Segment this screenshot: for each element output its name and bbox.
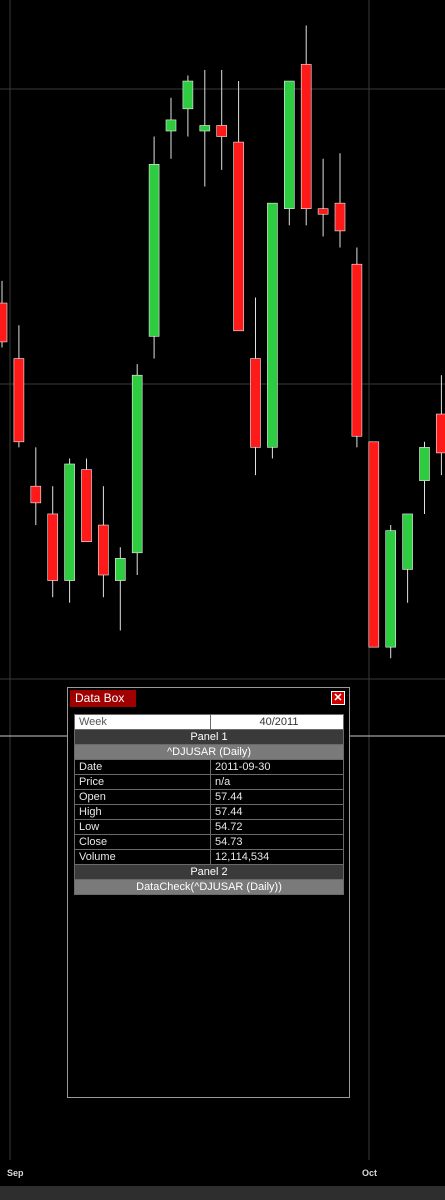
candle [30,447,42,526]
candle-body-up [148,164,160,337]
candle-body-down [98,524,109,576]
field-value: 57.44 [210,789,344,805]
field-row-low: Low 54.72 [74,819,344,835]
data-box-table: Week 40/2011 Panel 1 ^DJUSAR (Daily) Dat… [74,714,344,895]
symbol-label: ^DJUSAR (Daily) [74,744,344,760]
candle-body-up [199,125,211,132]
candle [13,325,25,448]
candle [0,280,8,348]
candle [436,375,445,476]
symbol-header: ^DJUSAR (Daily) [74,744,344,760]
candle-body-down [334,202,346,232]
candle [300,25,312,226]
field-value: 54.72 [210,819,344,835]
candle-body-down [30,485,42,504]
close-icon[interactable]: ✕ [331,691,345,705]
candle-body-down [0,302,8,343]
candle [317,158,329,237]
candle-body-down [13,358,25,443]
candle-body-up [419,447,430,481]
panel1-label: Panel 1 [74,729,344,745]
candle-body-down [351,263,363,437]
candle [385,525,397,659]
candle [98,486,109,598]
candle [233,81,244,332]
candle [115,547,126,631]
candle-body-up [267,202,278,448]
candle [250,297,261,476]
candle-body-up [115,558,126,581]
field-row-open: Open 57.44 [74,789,344,805]
week-label: Week [74,714,211,730]
panel1-header: Panel 1 [74,729,344,745]
candle-body-up [64,463,75,581]
candle [267,202,278,459]
horizontal-scrollbar[interactable] [0,1186,445,1200]
candle [283,80,295,226]
field-key: Date [74,759,211,775]
candle-body-down [250,358,261,448]
field-row-date: Date 2011-09-30 [74,759,344,775]
candle [81,458,92,542]
candle [182,75,194,137]
candle-body-up [385,530,397,648]
field-value: n/a [210,774,344,790]
datacheck-header: DataCheck(^DJUSAR (Daily)) [74,879,344,895]
field-row-volume: Volume 12,114,534 [74,849,344,865]
field-key: High [74,804,211,820]
candle-body-up [402,513,413,570]
datacheck-label: DataCheck(^DJUSAR (Daily)) [74,879,344,895]
data-box-window[interactable]: Data Box ✕ Week 40/2011 Panel 1 ^DJUSAR … [67,687,350,1098]
candle [216,69,227,170]
candle-body-down [81,469,92,542]
field-key: Open [74,789,211,805]
field-value: 12,114,534 [210,849,344,865]
panel2-header: Panel 2 [74,864,344,880]
candle-body-up [283,80,295,210]
panel2-label: Panel 2 [74,864,344,880]
candle-body-down [436,413,445,454]
candle [368,441,380,648]
candle [131,364,143,575]
candle [351,247,363,448]
week-row: Week 40/2011 [74,714,344,730]
candle [402,513,413,603]
field-key: Low [74,819,211,835]
data-box-title[interactable]: Data Box [70,690,136,707]
field-key: Price [74,774,211,790]
candle-body-up [182,80,194,110]
candle [148,136,160,359]
week-value: 40/2011 [210,714,344,730]
field-row-high: High 57.44 [74,804,344,820]
field-value: 2011-09-30 [210,759,344,775]
field-key: Volume [74,849,211,865]
candle [419,441,430,514]
candle [334,153,346,248]
candle [47,486,59,598]
field-key: Close [74,834,211,850]
candle-body-down [233,141,244,332]
candle-body-down [47,513,59,581]
candle-body-up [131,374,143,554]
candles [0,25,445,659]
candle [165,97,177,159]
candle-body-down [317,208,329,215]
candle-body-up [165,119,177,132]
field-row-price: Price n/a [74,774,344,790]
candle-body-down [300,64,312,210]
x-axis-label-oct: Oct [362,1168,378,1178]
candle [199,69,211,187]
candle-body-down [368,441,380,648]
candle [64,458,75,603]
field-value: 57.44 [210,804,344,820]
x-axis-label-sep: Sep [7,1168,24,1178]
field-row-close: Close 54.73 [74,834,344,850]
field-value: 54.73 [210,834,344,850]
candle-body-down [216,125,227,137]
